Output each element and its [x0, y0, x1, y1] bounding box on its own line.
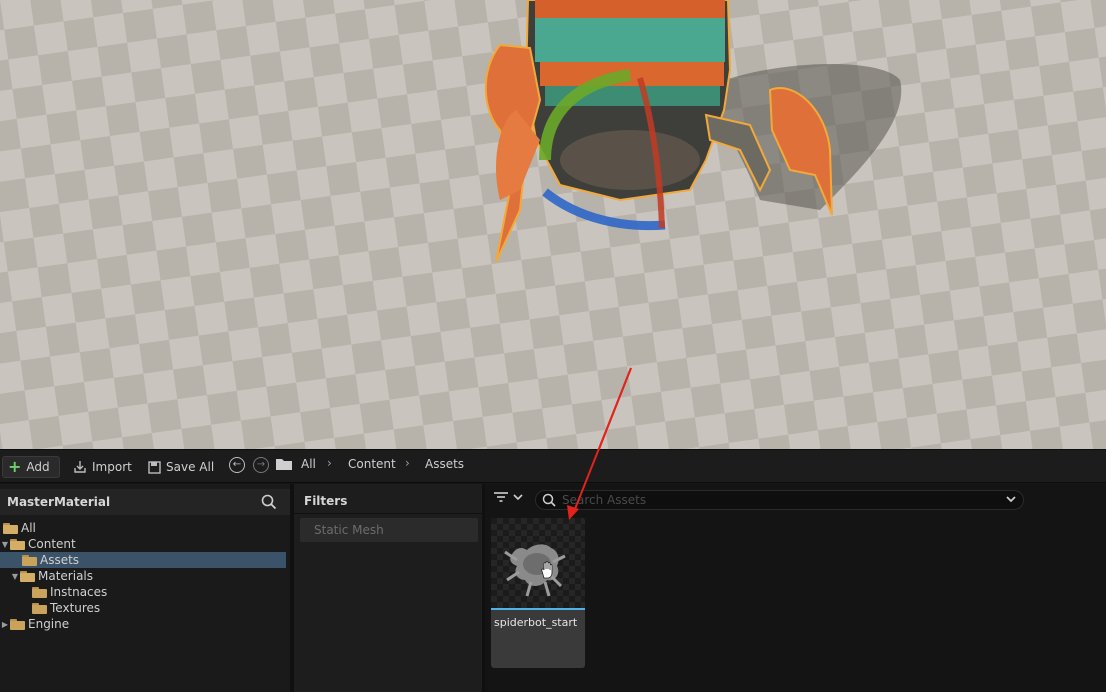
divider [294, 513, 482, 514]
sources-title: MasterMaterial [7, 495, 111, 509]
save-all-button[interactable]: Save All [148, 456, 214, 478]
search-assets-box[interactable] [535, 490, 1024, 510]
asset-name: spiderbot_start [494, 616, 578, 629]
tree-item-label: Materials [38, 569, 94, 583]
filter-dropdown[interactable] [493, 490, 524, 504]
tree-item-label: Instnaces [50, 585, 108, 599]
sources-header: MasterMaterial [0, 489, 290, 515]
tree-item-engine[interactable]: ▶ Engine [0, 616, 290, 632]
import-button[interactable]: Import [73, 456, 132, 478]
import-button-label: Import [92, 460, 132, 474]
tree-item-content[interactable]: ▼ Content [0, 536, 290, 552]
save-all-button-label: Save All [166, 460, 215, 474]
tree-item-label: Engine [28, 617, 70, 631]
folder-icon [276, 459, 292, 470]
filter-icon [494, 492, 508, 502]
plus-icon: + [8, 457, 22, 476]
search-assets-input[interactable] [562, 492, 992, 508]
asset-view: spiderbot_start [485, 484, 1106, 692]
asset-type-bar [491, 608, 585, 610]
asset-tile-spiderbot-start[interactable]: spiderbot_start [491, 518, 585, 668]
folder-icon [20, 570, 36, 582]
folder-icon [10, 538, 26, 550]
chevron-down-icon [513, 494, 523, 501]
save-icon [148, 460, 161, 474]
asset-thumbnail [491, 518, 585, 608]
filter-static-mesh[interactable]: Static Mesh [300, 518, 478, 542]
filters-panel: Filters Static Mesh [294, 484, 482, 692]
breadcrumb-all[interactable]: All [301, 457, 316, 471]
search-icon[interactable] [261, 494, 277, 510]
expand-arrow-icon[interactable]: ▼ [0, 540, 10, 549]
expand-arrow-icon[interactable]: ▼ [10, 572, 20, 581]
breadcrumb-content[interactable]: Content [348, 457, 396, 471]
import-icon [74, 461, 86, 473]
tree-item-label: Content [28, 537, 76, 551]
breadcrumb-chevron-icon[interactable]: › [405, 456, 410, 470]
folder-icon [10, 618, 26, 630]
static-mesh-preview-icon [504, 544, 566, 597]
tree-item-all[interactable]: All [0, 520, 290, 536]
back-arrow-icon[interactable]: ← [229, 457, 245, 473]
collapsed-arrow-icon[interactable]: ▶ [0, 620, 10, 629]
folder-icon [22, 554, 38, 566]
tree-item-materials[interactable]: ▼ Materials [0, 568, 290, 584]
tree-item-label: All [21, 521, 36, 535]
tree-item-label: Textures [50, 601, 101, 615]
folder-icon [3, 522, 19, 534]
folder-icon [32, 586, 48, 598]
tree-item-label: Assets [40, 553, 80, 567]
tree-item-textures[interactable]: Textures [0, 600, 290, 616]
hand-cursor-icon [541, 561, 553, 579]
add-button-label: Add [26, 460, 50, 474]
add-button[interactable]: + Add [2, 456, 60, 478]
tree-item-instnaces[interactable]: Instnaces [0, 584, 290, 600]
tree-item-assets[interactable]: Assets [0, 552, 286, 568]
folder-icon [32, 602, 48, 614]
search-icon [542, 493, 556, 507]
viewport-scene [0, 0, 1106, 449]
breadcrumb-assets[interactable]: Assets [425, 457, 464, 471]
content-browser-toolbar: + Add Import Save All [0, 449, 1106, 483]
level-viewport[interactable] [0, 0, 1106, 449]
breadcrumb-chevron-icon[interactable]: › [327, 456, 332, 470]
forward-arrow-icon[interactable]: → [253, 457, 269, 473]
filters-title: Filters [304, 494, 348, 508]
chevron-down-icon[interactable] [1005, 494, 1017, 504]
sources-panel: MasterMaterial All ▼ Content Assets ▼ Ma… [0, 484, 290, 692]
